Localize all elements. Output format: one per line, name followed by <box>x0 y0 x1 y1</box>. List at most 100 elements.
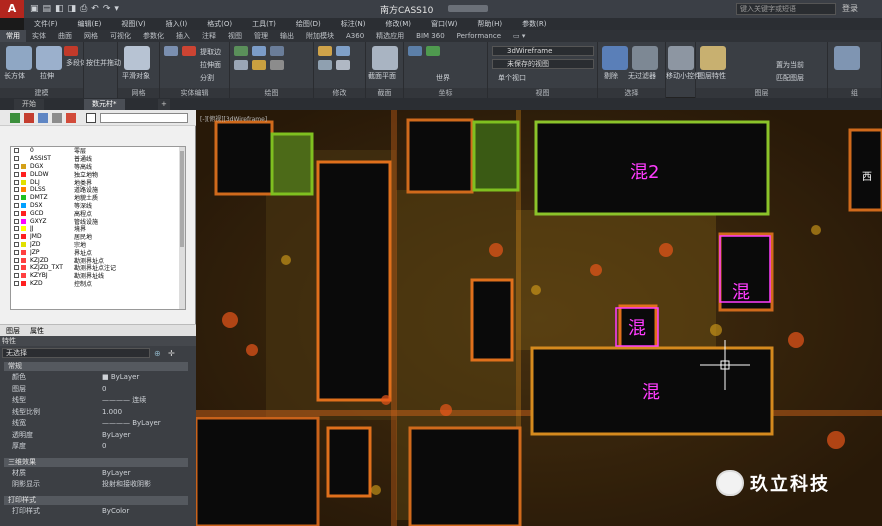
world-ucs-label[interactable]: 世界 <box>436 73 450 83</box>
set-current-icon[interactable] <box>38 113 48 123</box>
open-icon[interactable]: ▤ <box>43 4 52 14</box>
property-value[interactable]: ———— ByLayer <box>102 419 161 428</box>
layer-color-swatch[interactable] <box>21 195 26 201</box>
line-icon[interactable] <box>234 46 248 56</box>
property-row[interactable]: 颜色 ■ ByLayer <box>8 373 188 382</box>
property-row[interactable]: 材质 ByLayer <box>8 469 188 478</box>
property-row[interactable]: 打印样式 ByColor <box>8 507 188 516</box>
layer-color-swatch[interactable] <box>21 241 26 247</box>
menu-draw[interactable]: 绘图(D) <box>286 18 331 30</box>
layer-row[interactable]: DSX 等深线 <box>11 202 185 210</box>
copy-icon[interactable] <box>318 60 332 70</box>
layer-visibility-checkbox[interactable] <box>14 187 19 193</box>
move-icon[interactable] <box>318 46 332 56</box>
tab-mesh[interactable]: 网格 <box>78 30 104 42</box>
match-layer-label[interactable]: 匹配图层 <box>776 73 804 83</box>
arc-icon[interactable] <box>252 46 266 56</box>
layer-row[interactable]: JZD 宗地 <box>11 241 185 249</box>
property-value[interactable]: 1.000 <box>102 408 122 417</box>
filter-icon[interactable] <box>632 46 658 70</box>
layer-row[interactable]: 0 零层 <box>11 147 185 155</box>
menu-modify[interactable]: 修改(M) <box>375 18 421 30</box>
layer-color-swatch[interactable] <box>21 280 26 286</box>
layer-visibility-checkbox[interactable] <box>14 202 19 208</box>
saveas-icon[interactable]: ◨ <box>68 4 77 14</box>
checkbox-icon[interactable] <box>86 113 96 123</box>
qat-dropdown-icon[interactable]: ▾ <box>114 4 119 14</box>
visual-style-dropdown[interactable]: 3dWireframe <box>492 46 594 56</box>
layer-visibility-checkbox[interactable] <box>14 156 19 162</box>
layer-visibility-checkbox[interactable] <box>14 195 19 201</box>
tab-home[interactable]: 常用 <box>0 30 26 42</box>
layer-visibility-checkbox[interactable] <box>14 171 19 177</box>
property-section-header[interactable]: 常规 <box>4 362 188 371</box>
layer-color-swatch[interactable] <box>21 265 26 271</box>
layer-color-swatch[interactable] <box>21 202 26 208</box>
layer-row[interactable]: JJ 境界 <box>11 225 185 233</box>
layer-row[interactable]: DLDW 独立地物 <box>11 170 185 179</box>
quick-select-icon[interactable]: ⊕ <box>154 349 161 358</box>
tab-a360[interactable]: A360 <box>340 30 370 42</box>
box-icon[interactable] <box>6 46 32 70</box>
new-icon[interactable]: ▣ <box>30 4 39 14</box>
move-gizmo-icon[interactable] <box>668 46 694 70</box>
property-value[interactable]: ByLayer <box>102 431 130 440</box>
layer-search-input[interactable] <box>100 113 188 123</box>
selection-dropdown[interactable]: 无选择 <box>2 348 150 358</box>
layer-visibility-checkbox[interactable] <box>14 273 19 279</box>
layer-visibility-checkbox[interactable] <box>14 265 19 271</box>
layer-color-swatch[interactable] <box>21 234 26 240</box>
solid-union-icon[interactable] <box>164 46 178 56</box>
property-row[interactable]: 厚度 0 <box>8 442 188 451</box>
layer-visibility-checkbox[interactable] <box>14 234 19 240</box>
culling-icon[interactable] <box>602 46 628 70</box>
new-layer-icon[interactable] <box>10 113 20 123</box>
tab-bim360[interactable]: BIM 360 <box>410 30 451 42</box>
make-current-label[interactable]: 置为当前 <box>776 60 804 70</box>
tab-layers[interactable]: 图层 <box>6 325 20 336</box>
new-tab-button[interactable]: + <box>158 99 170 110</box>
property-value[interactable]: 0 <box>102 442 106 451</box>
layer-row[interactable]: GXYZ 管线设施 <box>11 217 185 226</box>
menu-insert[interactable]: 插入(I) <box>156 18 198 30</box>
tab-solid[interactable]: 实体 <box>26 30 52 42</box>
layer-color-swatch[interactable] <box>21 249 26 255</box>
layer-visibility-checkbox[interactable] <box>14 226 19 232</box>
tab-start[interactable]: 开始 <box>14 99 44 110</box>
polyline-icon[interactable] <box>234 60 248 70</box>
layer-color-swatch[interactable] <box>21 210 26 216</box>
layer-row[interactable]: ASSIST 普通线 <box>11 155 185 163</box>
rotate-icon[interactable] <box>336 46 350 56</box>
smooth-object-icon[interactable] <box>124 46 150 70</box>
property-row[interactable]: 图层 0 <box>8 385 188 394</box>
layer-color-swatch[interactable] <box>21 187 26 193</box>
layer-states-icon[interactable] <box>52 113 62 123</box>
menu-edit[interactable]: 编辑(E) <box>68 18 112 30</box>
menu-tools[interactable]: 工具(T) <box>242 18 286 30</box>
tab-surface[interactable]: 曲面 <box>52 30 78 42</box>
menu-window[interactable]: 窗口(W) <box>421 18 467 30</box>
layer-color-swatch[interactable] <box>21 163 26 169</box>
layer-visibility-checkbox[interactable] <box>14 148 19 154</box>
viewcube-label[interactable]: 西 <box>862 168 872 183</box>
menu-dimension[interactable]: 标注(N) <box>331 18 376 30</box>
login-button[interactable]: 登录 <box>842 3 858 14</box>
extrude-faces-label[interactable]: 拉伸面 <box>200 60 221 70</box>
menu-params[interactable]: 参数(R) <box>512 18 556 30</box>
property-row[interactable]: 线宽 ———— ByLayer <box>8 419 188 428</box>
solid-subtract-icon[interactable] <box>182 46 196 56</box>
delete-layer-icon[interactable] <box>24 113 34 123</box>
print-icon[interactable]: ⎙ <box>80 4 87 14</box>
layer-row[interactable]: JMD 居民地 <box>11 233 185 241</box>
menu-view[interactable]: 视图(V) <box>111 18 155 30</box>
layer-visibility-checkbox[interactable] <box>14 249 19 255</box>
property-row[interactable]: 线型 ———— 连续 <box>8 396 188 405</box>
tab-visualize[interactable]: 可视化 <box>104 30 137 42</box>
named-view-dropdown[interactable]: 未保存的视图 <box>492 59 594 69</box>
ribbon-toggle-button[interactable]: ▭ ▾ <box>507 30 531 42</box>
viewport-controls-label[interactable]: [-][俯视][3dWireframe] <box>200 114 267 123</box>
property-section-header[interactable]: 三维效果 <box>4 457 188 467</box>
extract-edges-label[interactable]: 提取边 <box>200 47 221 57</box>
tab-manage[interactable]: 管理 <box>248 30 274 42</box>
app-menu-icon[interactable]: A <box>0 0 24 18</box>
